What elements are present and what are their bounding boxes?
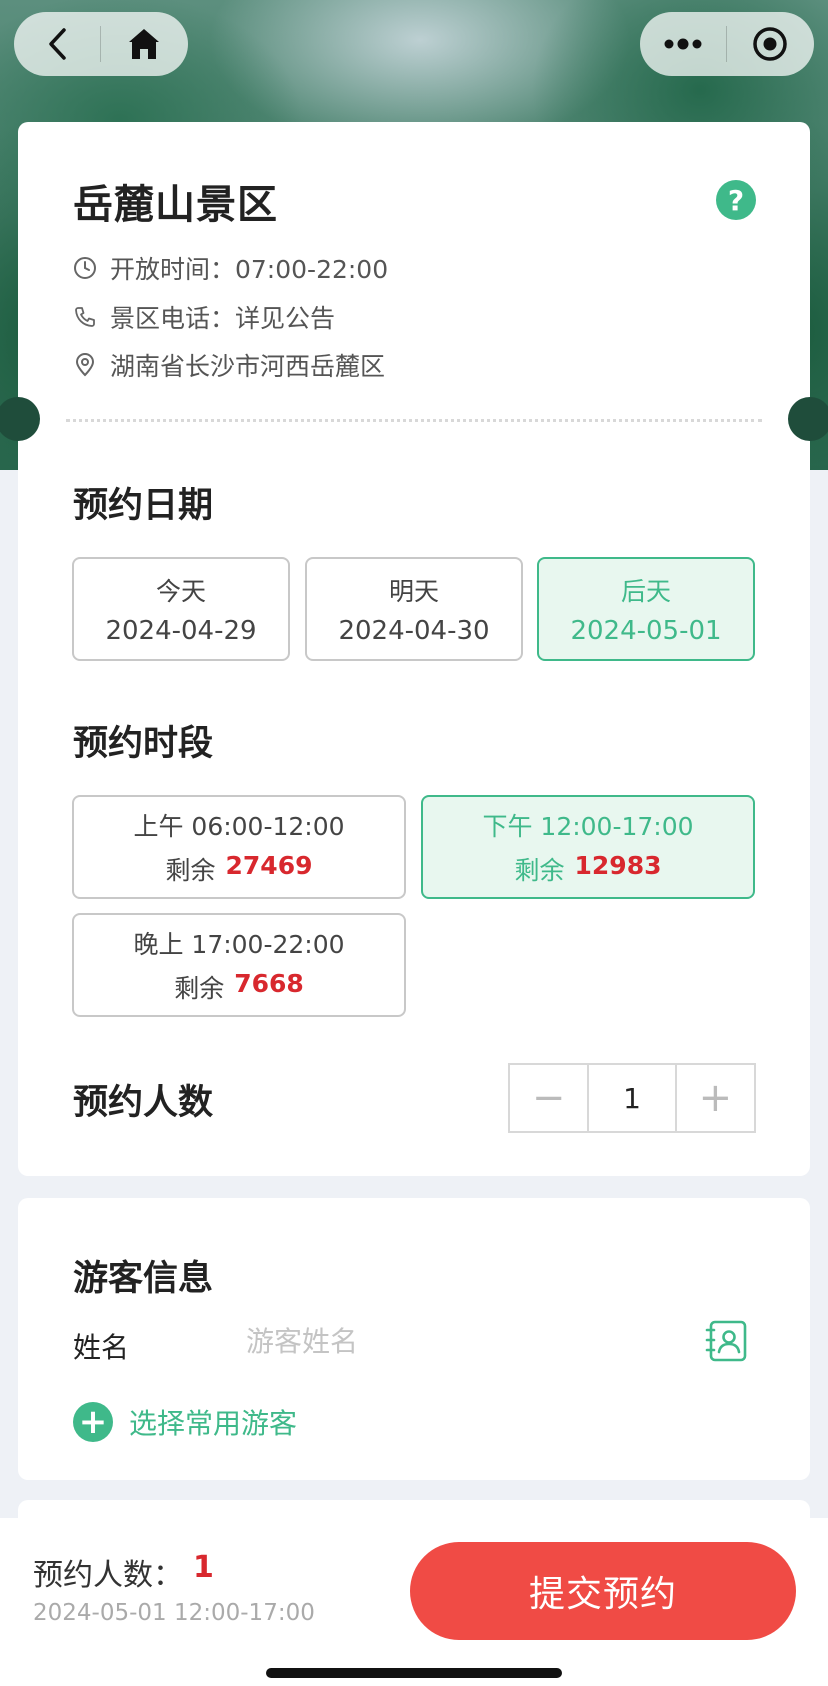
date-option-date: 2024-04-29 bbox=[105, 616, 257, 646]
scenic-address: 湖南省长沙市河西岳麓区 bbox=[72, 347, 385, 383]
slot-section-title: 预约时段 bbox=[73, 724, 214, 764]
back-button[interactable] bbox=[14, 12, 100, 76]
remain-label: 剩余 bbox=[174, 974, 225, 1003]
remain-count: 7668 bbox=[234, 969, 304, 998]
menu-capsule bbox=[640, 12, 814, 76]
contact-book-icon[interactable] bbox=[704, 1318, 750, 1364]
date-option-label: 今天 bbox=[155, 577, 206, 606]
remain-count: 12983 bbox=[574, 851, 662, 880]
add-icon: + bbox=[73, 1402, 113, 1442]
slot-remaining: 剩余 7668 bbox=[174, 969, 304, 1005]
people-count-value[interactable]: 1 bbox=[587, 1065, 677, 1131]
date-section-title: 预约日期 bbox=[73, 486, 214, 526]
slot-time: 下午 12:00-17:00 bbox=[482, 812, 694, 841]
slot-option-morning[interactable]: 上午 06:00-12:00 剩余 27469 bbox=[72, 795, 406, 899]
people-summary: 预约人数： 1 bbox=[33, 1550, 214, 1594]
clock-icon bbox=[72, 255, 98, 281]
people-title: 预约人数 bbox=[73, 1083, 214, 1123]
scenic-address-text: 湖南省长沙市河西岳麓区 bbox=[110, 352, 386, 381]
visitor-name-input[interactable] bbox=[246, 1318, 676, 1364]
people-summary-label: 预约人数： bbox=[33, 1558, 183, 1593]
date-option-date: 2024-04-30 bbox=[338, 616, 490, 646]
increase-button[interactable]: + bbox=[677, 1065, 754, 1131]
scenic-title: 岳麓山景区 bbox=[73, 182, 278, 228]
home-icon bbox=[129, 29, 159, 59]
slot-remaining: 剩余 27469 bbox=[166, 851, 313, 887]
select-frequent-visitor[interactable]: + 选择常用游客 bbox=[73, 1402, 297, 1442]
opening-hours-text: 开放时间：07:00-22:00 bbox=[110, 255, 389, 284]
more-button[interactable] bbox=[640, 12, 726, 76]
back-icon bbox=[49, 28, 66, 60]
home-indicator[interactable] bbox=[266, 1668, 562, 1678]
slot-time: 晚上 17:00-22:00 bbox=[133, 930, 345, 959]
ticket-divider bbox=[66, 419, 762, 422]
slot-remaining: 剩余 12983 bbox=[515, 851, 662, 887]
remain-label: 剩余 bbox=[514, 856, 565, 885]
opening-hours: 开放时间：07:00-22:00 bbox=[72, 250, 388, 286]
location-icon bbox=[72, 352, 98, 378]
date-option-label: 明天 bbox=[388, 577, 439, 606]
home-button[interactable] bbox=[101, 12, 187, 76]
decrease-button[interactable]: − bbox=[510, 1065, 587, 1131]
remain-label: 剩余 bbox=[165, 856, 216, 885]
date-option-label: 后天 bbox=[620, 577, 671, 606]
date-option-date: 2024-05-01 bbox=[570, 616, 722, 646]
nav-capsule bbox=[14, 12, 188, 76]
people-stepper: − 1 + bbox=[508, 1063, 756, 1133]
date-option-today[interactable]: 今天 2024-04-29 bbox=[72, 557, 290, 661]
visitor-title: 游客信息 bbox=[73, 1259, 214, 1299]
remain-count: 27469 bbox=[225, 851, 313, 880]
help-icon[interactable]: ? bbox=[716, 180, 756, 220]
date-option-tomorrow[interactable]: 明天 2024-04-30 bbox=[305, 557, 523, 661]
scenic-phone-text: 景区电话：详见公告 bbox=[110, 304, 336, 333]
slot-option-afternoon[interactable]: 下午 12:00-17:00 剩余 12983 bbox=[421, 795, 755, 899]
more-icon bbox=[664, 38, 702, 50]
select-frequent-visitor-label: 选择常用游客 bbox=[129, 1407, 298, 1440]
selected-time-summary: 2024-05-01 12:00-17:00 bbox=[33, 1600, 315, 1626]
ticket-notch-right bbox=[788, 397, 828, 441]
phone-icon bbox=[72, 304, 98, 330]
close-miniprogram-button[interactable] bbox=[727, 12, 813, 76]
scenic-phone: 景区电话：详见公告 bbox=[72, 299, 335, 335]
record-icon bbox=[753, 27, 787, 61]
date-option-day-after[interactable]: 后天 2024-05-01 bbox=[537, 557, 755, 661]
people-summary-value: 1 bbox=[193, 1550, 214, 1585]
slot-option-evening[interactable]: 晚上 17:00-22:00 剩余 7668 bbox=[72, 913, 406, 1017]
name-label: 姓名 bbox=[73, 1331, 130, 1364]
slot-time: 上午 06:00-12:00 bbox=[133, 812, 345, 841]
submit-booking-button[interactable]: 提交预约 bbox=[410, 1542, 796, 1640]
